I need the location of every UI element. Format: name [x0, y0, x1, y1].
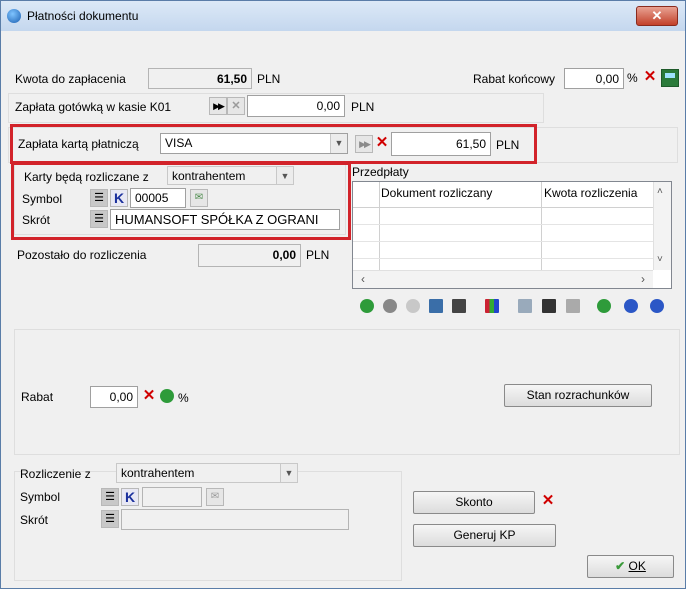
column-header-dokument[interactable]: Dokument rozliczany	[381, 186, 492, 200]
app-icon	[7, 9, 21, 23]
rozliczenie-skrot-label: Skrót	[20, 513, 49, 527]
skonto-button[interactable]: Skonto	[413, 491, 535, 514]
rabat-label: Rabat	[21, 390, 54, 404]
rozliczenie-label: Rozliczenie z	[20, 467, 91, 481]
przedplaty-label: Przedpłaty	[352, 165, 409, 179]
bar-chart-icon[interactable]	[485, 299, 499, 313]
pozostalo-currency: PLN	[306, 248, 330, 262]
ok-label: OK	[628, 559, 646, 573]
gotowka-input[interactable]: 0,00	[247, 95, 345, 117]
clear-icon[interactable]: ✕	[140, 388, 158, 406]
rozliczenie-value: kontrahentem	[121, 466, 195, 480]
pozostalo-value: 0,00	[198, 244, 301, 267]
rabat-koncowy-input[interactable]: 0,00	[564, 68, 624, 89]
close-button[interactable]: ✕	[636, 6, 678, 26]
list-icon[interactable]: ☰	[101, 488, 119, 506]
pozostalo-label: Pozostało do rozliczenia	[17, 248, 147, 262]
kwota-label: Kwota do zapłacenia	[15, 72, 126, 86]
generuj-kp-button[interactable]: Generuj KP	[413, 524, 556, 547]
clear-icon[interactable]: ✕	[641, 69, 659, 87]
gotowka-currency: PLN	[351, 100, 375, 114]
document-icon[interactable]	[518, 299, 532, 313]
column-divider	[379, 182, 380, 270]
p-icon[interactable]	[406, 299, 420, 313]
przedplaty-grid[interactable]: Dokument rozliczany Kwota rozliczenia ˄ …	[352, 181, 672, 289]
chevron-up-icon[interactable]: ˄	[657, 186, 663, 197]
column-header-kwota[interactable]: Kwota rozliczenia	[544, 186, 637, 200]
refresh-icon[interactable]	[597, 299, 611, 313]
ok-button[interactable]: ✔ OK	[587, 555, 674, 578]
row-line	[353, 224, 653, 225]
column-divider	[541, 182, 542, 270]
print-icon[interactable]	[566, 299, 580, 313]
title-bar: Płatności dokumentu ✕	[1, 1, 685, 31]
remove-icon[interactable]	[383, 299, 397, 313]
row-line	[353, 258, 653, 259]
refresh-icon[interactable]	[160, 389, 174, 403]
calculator-icon[interactable]	[661, 69, 679, 87]
check-icon: ✔	[615, 559, 626, 573]
kwota-value: 61,50	[148, 68, 252, 89]
kontrahent-k-button[interactable]: K	[121, 488, 139, 506]
building-icon[interactable]	[429, 299, 443, 313]
stan-rozrachunkow-button[interactable]: Stan rozrachunków	[504, 384, 652, 407]
rozliczenie-select[interactable]: kontrahentem ▼	[116, 463, 298, 483]
chevron-down-icon: ▼	[280, 464, 297, 482]
next-icon[interactable]	[650, 299, 664, 313]
highlight-frame	[10, 124, 537, 164]
chevron-down-icon[interactable]: ˅	[657, 254, 663, 265]
rabat-koncowy-unit: %	[627, 71, 638, 85]
add-icon[interactable]	[360, 299, 374, 313]
kwota-currency: PLN	[257, 72, 281, 86]
dialog-body: Kwota do zapłacenia 61,50 PLN Rabat końc…	[8, 31, 680, 581]
row-line	[353, 241, 653, 242]
przedplaty-toolbar	[352, 293, 672, 319]
horizontal-scrollbar[interactable]: ‹ ›	[353, 270, 653, 288]
handshake-icon: ✉	[206, 488, 224, 506]
rozliczenie-skrot-input	[121, 509, 349, 530]
chevron-right-icon[interactable]: ›	[641, 272, 645, 286]
rabat-unit: %	[178, 391, 189, 405]
gotowka-label: Zapłata gotówką w kasie K01	[15, 100, 172, 114]
window-title: Płatności dokumentu	[27, 9, 139, 23]
clear-icon[interactable]: ✕	[539, 493, 557, 511]
window: Płatności dokumentu ✕ Kwota do zapłaceni…	[0, 0, 686, 589]
rozliczenie-symbol-input	[142, 487, 202, 507]
prev-icon[interactable]	[624, 299, 638, 313]
highlight-frame	[11, 162, 351, 240]
save-icon[interactable]	[542, 299, 556, 313]
calculator-icon[interactable]	[452, 299, 466, 313]
rozliczenie-symbol-label: Symbol	[20, 490, 61, 504]
rabat-input[interactable]: 0,00	[90, 386, 138, 408]
vertical-scrollbar[interactable]: ˄ ˅	[653, 182, 671, 270]
rabat-koncowy-label: Rabat końcowy	[473, 72, 556, 86]
chevron-left-icon[interactable]: ‹	[361, 272, 365, 286]
fast-forward-icon[interactable]: ▶▶	[209, 97, 227, 115]
list-icon[interactable]: ☰	[101, 510, 119, 528]
clear-disabled-icon: ✕	[227, 97, 245, 115]
